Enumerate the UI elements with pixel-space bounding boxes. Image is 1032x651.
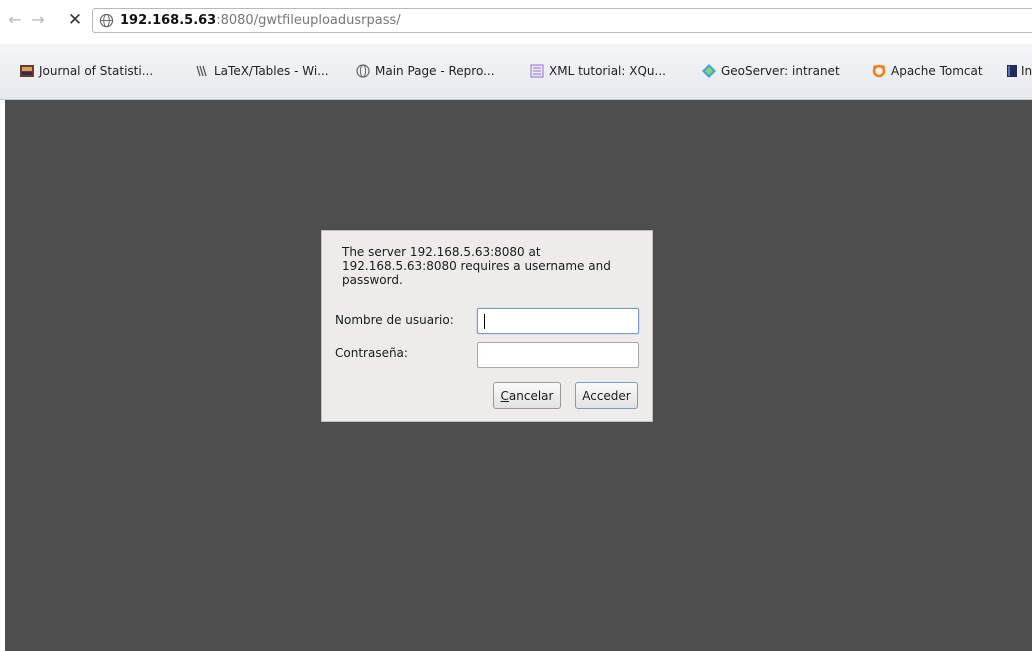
bookmark-label: Apache Tomcat [891,64,983,78]
password-field[interactable] [477,342,639,368]
bookmark-label: In [1021,64,1032,78]
cancel-button-label: Cancelar [500,388,554,403]
text-cursor [484,314,485,329]
document-icon [530,64,544,78]
auth-dialog: The server 192.168.5.63:8080 at 192.168.… [321,230,653,422]
journal-icon [20,65,34,77]
auth-message: The server 192.168.5.63:8080 at 192.168.… [342,245,611,287]
url-host: 192.168.5.63 [120,13,217,28]
accept-button-label: Acceder [582,388,631,403]
geoserver-icon [702,64,716,78]
bookmark-label: XML tutorial: XQu... [549,64,666,78]
browser-toolbar: ← → ✕ 192.168.5.63:8080/gwtfileuploadusr… [0,0,1032,44]
url-text: 192.168.5.63:8080/gwtfileuploadusrpass/ [120,9,401,32]
accept-button[interactable]: Acceder [575,382,638,409]
bookmark-geoserver[interactable]: GeoServer: intranet [702,61,840,81]
tomcat-icon [872,64,886,78]
bookmark-journal-of-statistics[interactable]: Journal of Statisti... [20,61,153,81]
globe-icon [356,64,370,78]
password-label: Contraseña: [335,346,408,360]
url-path: :8080/gwtfileuploadusrpass/ [216,13,401,28]
bookmark-latex-tables[interactable]: LaTeX/Tables - Wi... [195,61,329,81]
bookmark-apache-tomcat[interactable]: Apache Tomcat [872,61,983,81]
bookmark-xml-tutorial[interactable]: XML tutorial: XQu... [530,61,666,81]
bookmark-overflow[interactable]: In [1005,61,1032,81]
cancel-button[interactable]: Cancelar [493,382,561,409]
back-arrow-icon[interactable]: ← [7,10,23,30]
username-label: Nombre de usuario: [335,313,454,327]
address-bar[interactable]: 192.168.5.63:8080/gwtfileuploadusrpass/ [92,8,1032,33]
username-field[interactable] [477,308,639,334]
bookmark-label: Main Page - Repro... [375,64,495,78]
bookmark-label: Journal of Statisti... [39,64,154,78]
bookmark-main-page[interactable]: Main Page - Repro... [356,61,495,81]
book-icon [1007,65,1017,77]
forward-arrow-icon[interactable]: → [30,10,46,30]
stop-icon[interactable]: ✕ [66,10,84,30]
bookmarks-bar: Journal of Statisti... LaTeX/Tables - Wi… [0,44,1032,100]
wiki-icon [196,65,207,77]
bookmark-label: GeoServer: intranet [721,64,840,78]
globe-icon [99,13,114,28]
bookmark-label: LaTeX/Tables - Wi... [214,64,329,78]
